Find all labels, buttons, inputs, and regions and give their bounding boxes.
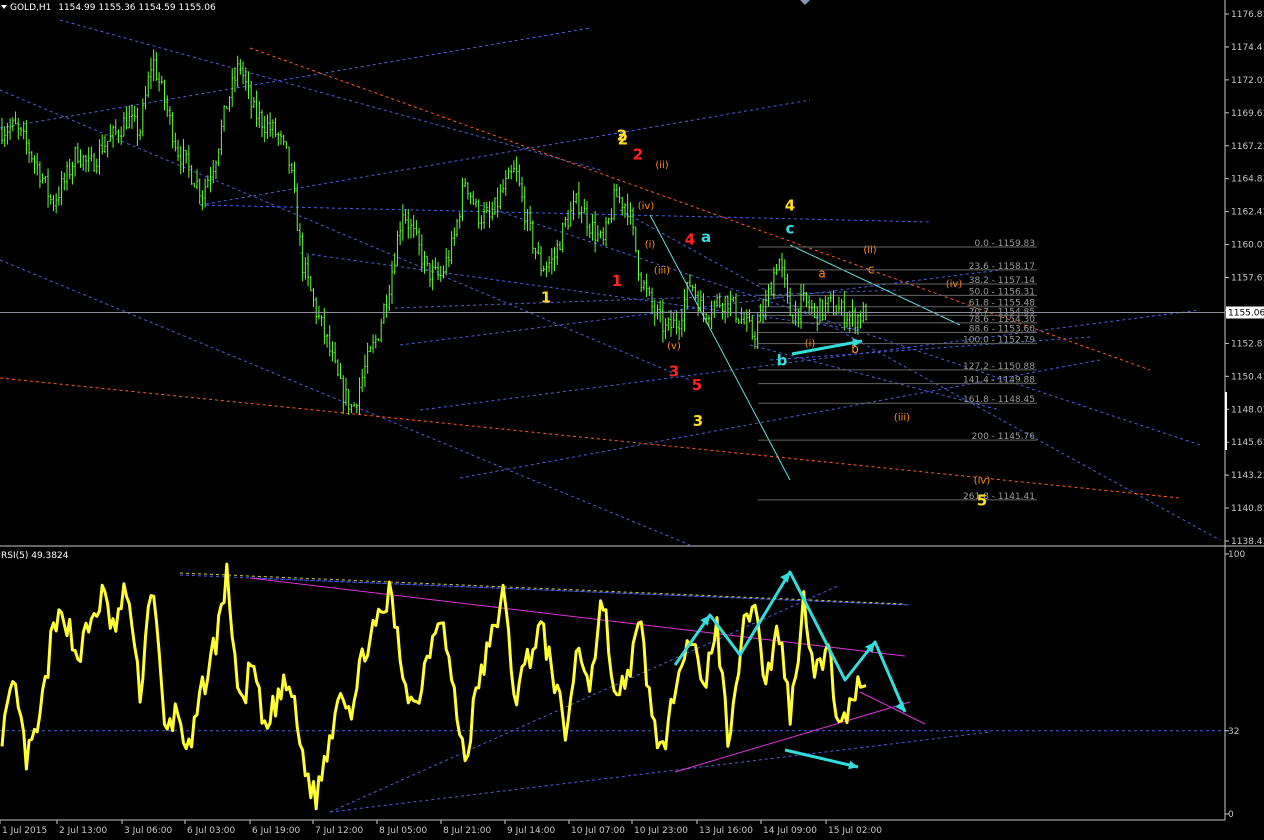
current-price-tag: 1155.06 xyxy=(1226,306,1264,319)
price-tick-label: 1160.01 xyxy=(1231,241,1264,251)
rsi-tick-label: 100 xyxy=(1228,550,1245,560)
fib-level-label: 23.6 - 1158.17 xyxy=(969,262,1035,272)
fib-level-label: 50.0 - 1156.31 xyxy=(969,287,1035,297)
time-tick-label: 9 Jul 14:00 xyxy=(507,826,556,836)
price-tick-label: 1157.61 xyxy=(1231,274,1264,284)
wave-label: (iii) xyxy=(654,266,670,277)
wave-label: c xyxy=(868,263,875,277)
fib-level-label: 261.8 - 1141.41 xyxy=(963,492,1035,502)
price-tick-label: 1143.21 xyxy=(1231,471,1264,481)
ohlc-values: 1154.99 1155.36 1154.59 1155.06 xyxy=(58,3,216,13)
price-tick-label: 1162.41 xyxy=(1231,208,1264,218)
wave-label: (v) xyxy=(667,341,681,352)
fib-level-label: 200 - 1145.76 xyxy=(972,432,1036,442)
symbol-label: GOLD,H1 xyxy=(10,3,51,13)
time-tick-label: 7 Jul 12:00 xyxy=(315,826,364,836)
wave-label: 2 xyxy=(633,146,643,164)
time-tick-label: 13 Jul 16:00 xyxy=(699,826,753,836)
wave-label: 1 xyxy=(612,272,622,290)
current-price-label: 1155.06 xyxy=(1228,308,1264,318)
wave-label: a xyxy=(701,228,711,246)
wave-label: (ii) xyxy=(655,160,668,171)
time-tick-label: 3 Jul 06:00 xyxy=(124,826,173,836)
time-tick-label: 10 Jul 07:00 xyxy=(571,826,625,836)
wave-label: 3 xyxy=(693,412,703,430)
wave-label: c xyxy=(786,220,795,238)
price-tick-label: 1167.21 xyxy=(1231,142,1264,152)
time-tick-label: 10 Jul 23:00 xyxy=(634,826,688,836)
fib-level-label: 0.0 - 1159.83 xyxy=(975,239,1036,249)
chart-canvas: 0.0 - 1159.83 23.6 - 1158.17 38.2 - 1157.1… xyxy=(0,0,1264,840)
price-tick-label: 1174.41 xyxy=(1231,43,1264,53)
rsi-title: RSI(5) 49.3824 xyxy=(1,551,69,561)
fib-level-label: 161.8 - 1148.45 xyxy=(963,395,1035,405)
wave-label: 4 xyxy=(785,196,795,214)
rsi-tick-label: 0 xyxy=(1228,810,1234,820)
wave-label: (ii) xyxy=(863,245,876,256)
price-tick-label: 1140.81 xyxy=(1231,504,1264,514)
price-tick-label: 1150.41 xyxy=(1231,372,1264,382)
wave-label: 1 xyxy=(541,288,551,306)
price-tick-label: 1176.81 xyxy=(1231,10,1264,20)
rsi-tick-label: 32 xyxy=(1228,727,1239,737)
price-tick-label: 1152.81 xyxy=(1231,339,1264,349)
time-tick-label: 1 Jul 2015 xyxy=(2,826,47,836)
price-tick-label: 1164.81 xyxy=(1231,175,1264,185)
fib-level-label: 100.0 - 1152.79 xyxy=(963,336,1035,346)
time-tick-label: 6 Jul 03:00 xyxy=(187,826,236,836)
wave-label: 4 xyxy=(685,231,695,249)
wave-label: a xyxy=(818,267,825,281)
time-tick-label: 15 Jul 02:00 xyxy=(828,826,882,836)
time-tick-label: 8 Jul 21:00 xyxy=(443,826,492,836)
chart-title: GOLD,H1 1154.99 1155.36 1154.59 1155.06 xyxy=(1,3,216,13)
time-tick-label: 6 Jul 19:00 xyxy=(252,826,301,836)
price-tick-label: 1169.61 xyxy=(1231,109,1264,119)
svg-text:GOLD,H1 1154.99 1155.3: GOLD,H1 1154.99 1155.36 1154.59 1155.06 xyxy=(10,3,216,13)
time-tick-label: 14 Jul 09:00 xyxy=(763,826,817,836)
fib-level-label: 141.4 - 1149.88 xyxy=(963,376,1035,386)
time-tick-label: 2 Jul 13:00 xyxy=(59,826,108,836)
price-tick-label: 1148.01 xyxy=(1231,405,1264,415)
price-tick-label: 1172.01 xyxy=(1231,76,1264,86)
wave-label: (iv) xyxy=(974,475,991,486)
wave-label: 2 xyxy=(618,131,628,149)
time-tick-label: 8 Jul 05:00 xyxy=(379,826,428,836)
wave-label: (i) xyxy=(805,338,816,349)
wave-label: (iv) xyxy=(946,279,963,290)
fib-level-label: 88.6 - 1153.60 xyxy=(969,325,1035,335)
price-tick-label: 1145.61 xyxy=(1231,438,1264,448)
wave-label: 5 xyxy=(692,376,702,394)
wave-label: 3 xyxy=(669,362,679,380)
wave-label: 5 xyxy=(977,491,987,509)
fib-level-label: 38.2 - 1157.14 xyxy=(969,276,1035,286)
wave-label: (iii) xyxy=(894,412,910,423)
wave-label: b xyxy=(777,351,788,369)
fib-level-label: 127.2 - 1150.88 xyxy=(963,362,1035,372)
wave-label: (iv) xyxy=(638,201,655,212)
wave-label: (i) xyxy=(645,239,656,250)
fib-level-label: 78.6 - 1154.30 xyxy=(969,315,1035,325)
